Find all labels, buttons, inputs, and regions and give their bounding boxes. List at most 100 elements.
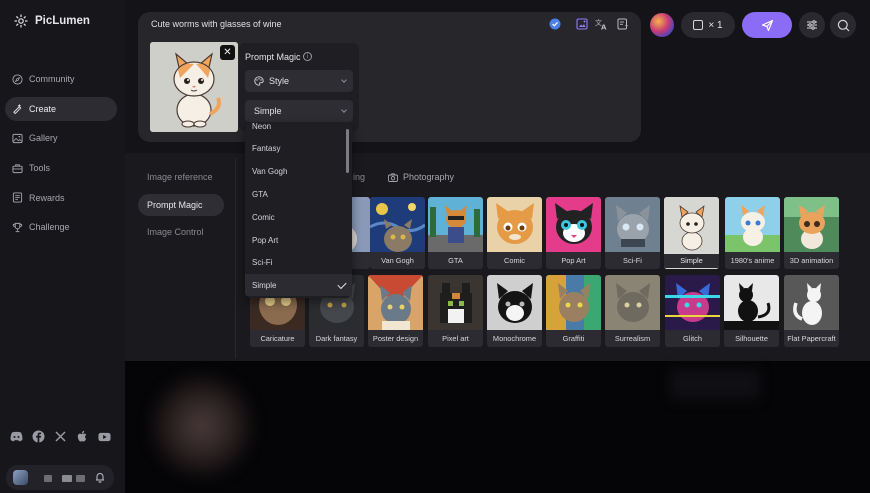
app-logo[interactable]: PicLumen <box>14 14 90 28</box>
generate-button[interactable] <box>742 12 792 38</box>
style-card-label: Silhouette <box>735 334 768 343</box>
dropdown-option-gta[interactable]: GTA <box>245 183 352 205</box>
facebook-icon[interactable] <box>32 430 45 443</box>
style-card-comic[interactable]: Comic <box>487 197 542 269</box>
discord-icon[interactable] <box>10 430 23 443</box>
style-card-monochrome[interactable]: Monochrome <box>487 275 542 347</box>
style-card-label: Surrealism <box>614 334 651 343</box>
verified-check-icon[interactable] <box>548 17 561 30</box>
style-preview <box>784 197 839 252</box>
menu-item-prompt-magic[interactable]: Prompt Magic <box>138 193 224 216</box>
trophy-icon <box>12 222 23 233</box>
style-card-label: Van Gogh <box>381 256 414 265</box>
style-value-label: Simple <box>254 106 282 116</box>
remove-image-button[interactable]: ✕ <box>220 45 235 60</box>
image-prompt-icon[interactable] <box>575 17 588 30</box>
info-icon[interactable]: i <box>303 52 312 61</box>
prompt-input[interactable]: Cute worms with glasses of wine <box>151 19 282 29</box>
style-preview <box>605 197 660 252</box>
style-preview <box>664 197 719 252</box>
prompt-magic-title: Prompt Magic <box>245 52 301 62</box>
apple-icon[interactable] <box>76 430 89 443</box>
user-info-placeholder <box>62 475 72 482</box>
dropdown-option-pop-art[interactable]: Pop Art <box>245 229 352 251</box>
sidebar-item-create[interactable]: Create <box>5 96 117 121</box>
style-dropdown-menu[interactable]: Neon Fantasy Van Gogh GTA Comic Pop Art … <box>245 122 352 298</box>
style-preview <box>428 275 483 330</box>
reference-mode-menu: Image reference Prompt Magic Image Contr… <box>138 166 224 249</box>
compass-icon <box>12 73 23 85</box>
model-avatar-button[interactable] <box>650 13 674 37</box>
tab-photography[interactable]: Photography <box>388 172 454 182</box>
sidebar-item-gallery[interactable]: Gallery <box>5 126 117 150</box>
style-card-pixel-art[interactable]: Pixel art <box>428 275 483 347</box>
sidebar-item-challenge[interactable]: Challenge <box>5 215 117 239</box>
tools-icon <box>12 163 23 173</box>
sidebar-item-community[interactable]: Community <box>5 67 117 91</box>
user-info-placeholder <box>44 475 52 482</box>
dropdown-option-comic[interactable]: Comic <box>245 206 352 228</box>
gallery-icon <box>12 133 23 143</box>
dropdown-option-van-gogh[interactable]: Van Gogh <box>245 160 352 182</box>
user-bar[interactable] <box>6 465 114 490</box>
sidebar-nav: Community Create Gallery Tools Rewards C… <box>5 67 117 245</box>
prompt-magic-panel: Prompt Magic i Style Simple <box>239 43 359 131</box>
style-card-3d-animation[interactable]: 3D animation <box>784 197 839 269</box>
style-preview <box>428 197 483 252</box>
dropdown-option-fantasy[interactable]: Fantasy <box>245 137 352 159</box>
style-card-label: GTA <box>448 256 463 265</box>
style-card-graffiti[interactable]: Graffiti <box>546 275 601 347</box>
dropdown-option-neon[interactable]: Neon <box>245 122 352 137</box>
style-card-flat-papercraft[interactable]: Flat Papercraft <box>784 275 839 347</box>
image-count-button[interactable]: × 1 <box>681 12 735 38</box>
style-card-glitch[interactable]: Glitch <box>665 275 720 347</box>
dropdown-scrollbar[interactable] <box>346 129 349 173</box>
settings-button[interactable] <box>799 12 825 38</box>
chevron-down-icon <box>341 77 347 83</box>
bell-icon[interactable] <box>94 471 106 483</box>
dropdown-option-simple[interactable]: Simple <box>245 274 352 296</box>
style-card-1980s-anime[interactable]: 1980's anime <box>725 197 780 269</box>
style-card-pop-art[interactable]: Pop Art <box>546 197 601 269</box>
prompt-enhance-icon[interactable] <box>616 17 629 30</box>
youtube-icon[interactable] <box>98 430 111 443</box>
style-card-gta[interactable]: GTA <box>428 197 483 269</box>
tab-painting[interactable]: ing <box>353 172 365 182</box>
style-card-label: Sci-Fi <box>623 256 642 265</box>
avatar[interactable] <box>13 470 28 485</box>
style-preview <box>487 197 542 252</box>
camera-icon <box>388 172 398 182</box>
create-icon <box>13 104 22 115</box>
sidebar-item-label: Community <box>29 74 75 84</box>
tab-photography-label: Photography <box>403 172 455 182</box>
style-value-select[interactable]: Simple <box>245 100 353 122</box>
search-button[interactable] <box>830 12 856 38</box>
sidebar-item-tools[interactable]: Tools <box>5 156 117 180</box>
prompt-panel: Cute worms with glasses of wine 文A <box>138 12 641 142</box>
style-card-simple[interactable]: Simple <box>664 197 719 269</box>
app-name: PicLumen <box>35 15 90 27</box>
style-card-sci-fi[interactable]: Sci-Fi <box>605 197 660 269</box>
sidebar-item-rewards[interactable]: Rewards <box>5 186 117 210</box>
dropdown-option-sci-fi[interactable]: Sci-Fi <box>245 251 352 273</box>
style-preview <box>370 197 425 252</box>
style-card-van-gogh[interactable]: Van Gogh <box>370 197 425 269</box>
x-icon[interactable] <box>54 430 67 443</box>
blurred-preview <box>147 371 257 481</box>
style-preview <box>725 197 780 252</box>
square-icon <box>693 20 704 30</box>
style-card-label: Flat Papercraft <box>787 334 836 343</box>
search-icon <box>837 19 849 31</box>
menu-item-image-reference[interactable]: Image reference <box>138 166 224 188</box>
translate-icon[interactable]: 文A <box>595 17 608 30</box>
style-card-label: Monochrome <box>492 334 537 343</box>
style-card-poster-design[interactable]: Poster design <box>368 275 423 347</box>
style-card-silhouette[interactable]: Silhouette <box>724 275 779 347</box>
style-card-label: 1980's anime <box>730 256 775 265</box>
style-card-label: Dark fantasy <box>315 334 358 343</box>
style-card-surrealism[interactable]: Surrealism <box>605 275 660 347</box>
style-preview <box>487 275 542 330</box>
style-select[interactable]: Style <box>245 70 353 92</box>
menu-item-image-control[interactable]: Image Control <box>138 221 224 243</box>
style-card-label: Pop Art <box>561 256 586 265</box>
